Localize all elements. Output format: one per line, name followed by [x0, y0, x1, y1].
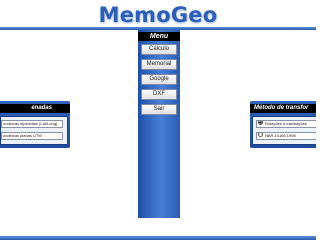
transformation-options: Rotações e translações NBR 14166:1998	[252, 116, 316, 145]
geodetic-ellipsoidal-option[interactable]: oodeicas elpsoidais (Lat/Long)	[1, 120, 63, 128]
menu-panel: Menu Cálculo Memorial Google DXF Sair	[138, 30, 180, 218]
menu-header: Menu	[138, 32, 180, 41]
sair-button[interactable]: Sair	[141, 104, 177, 115]
memorial-button[interactable]: Memorial	[141, 59, 177, 70]
option-label: oodeicas elpsoidais (Lat/Long)	[3, 121, 58, 126]
transformation-panel-title: Método de transfor	[250, 104, 316, 113]
app-title: MemoGeo	[98, 3, 218, 27]
app-window: MemoGeo Menu Cálculo Memorial Google DXF…	[0, 0, 316, 240]
nbr-14166-option[interactable]: NBR 14166:1998	[256, 132, 316, 140]
coordinates-options: oodeicas elpsoidais (Lat/Long) oodeicas …	[0, 116, 68, 145]
radio-checked-icon[interactable]	[258, 121, 263, 126]
geodetic-utm-option[interactable]: oodeicas planas UTM	[1, 132, 63, 140]
option-label: NBR 14166:1998	[265, 133, 296, 138]
coordinates-panel: enadas oodeicas elpsoidais (Lat/Long) oo…	[0, 101, 70, 148]
calculo-button[interactable]: Cálculo	[141, 44, 177, 55]
transformation-method-panel: Método de transfor Rotações e translaçõe…	[250, 101, 316, 148]
dxf-button[interactable]: DXF	[141, 89, 177, 100]
rotations-translations-option[interactable]: Rotações e translações	[256, 120, 316, 128]
bottom-divider	[0, 236, 316, 240]
option-label: oodeicas planas UTM	[3, 133, 42, 138]
coordinates-panel-title: enadas	[0, 104, 70, 113]
radio-unchecked-icon[interactable]	[258, 133, 263, 138]
option-label: Rotações e translações	[265, 121, 307, 126]
google-button[interactable]: Google	[141, 74, 177, 85]
